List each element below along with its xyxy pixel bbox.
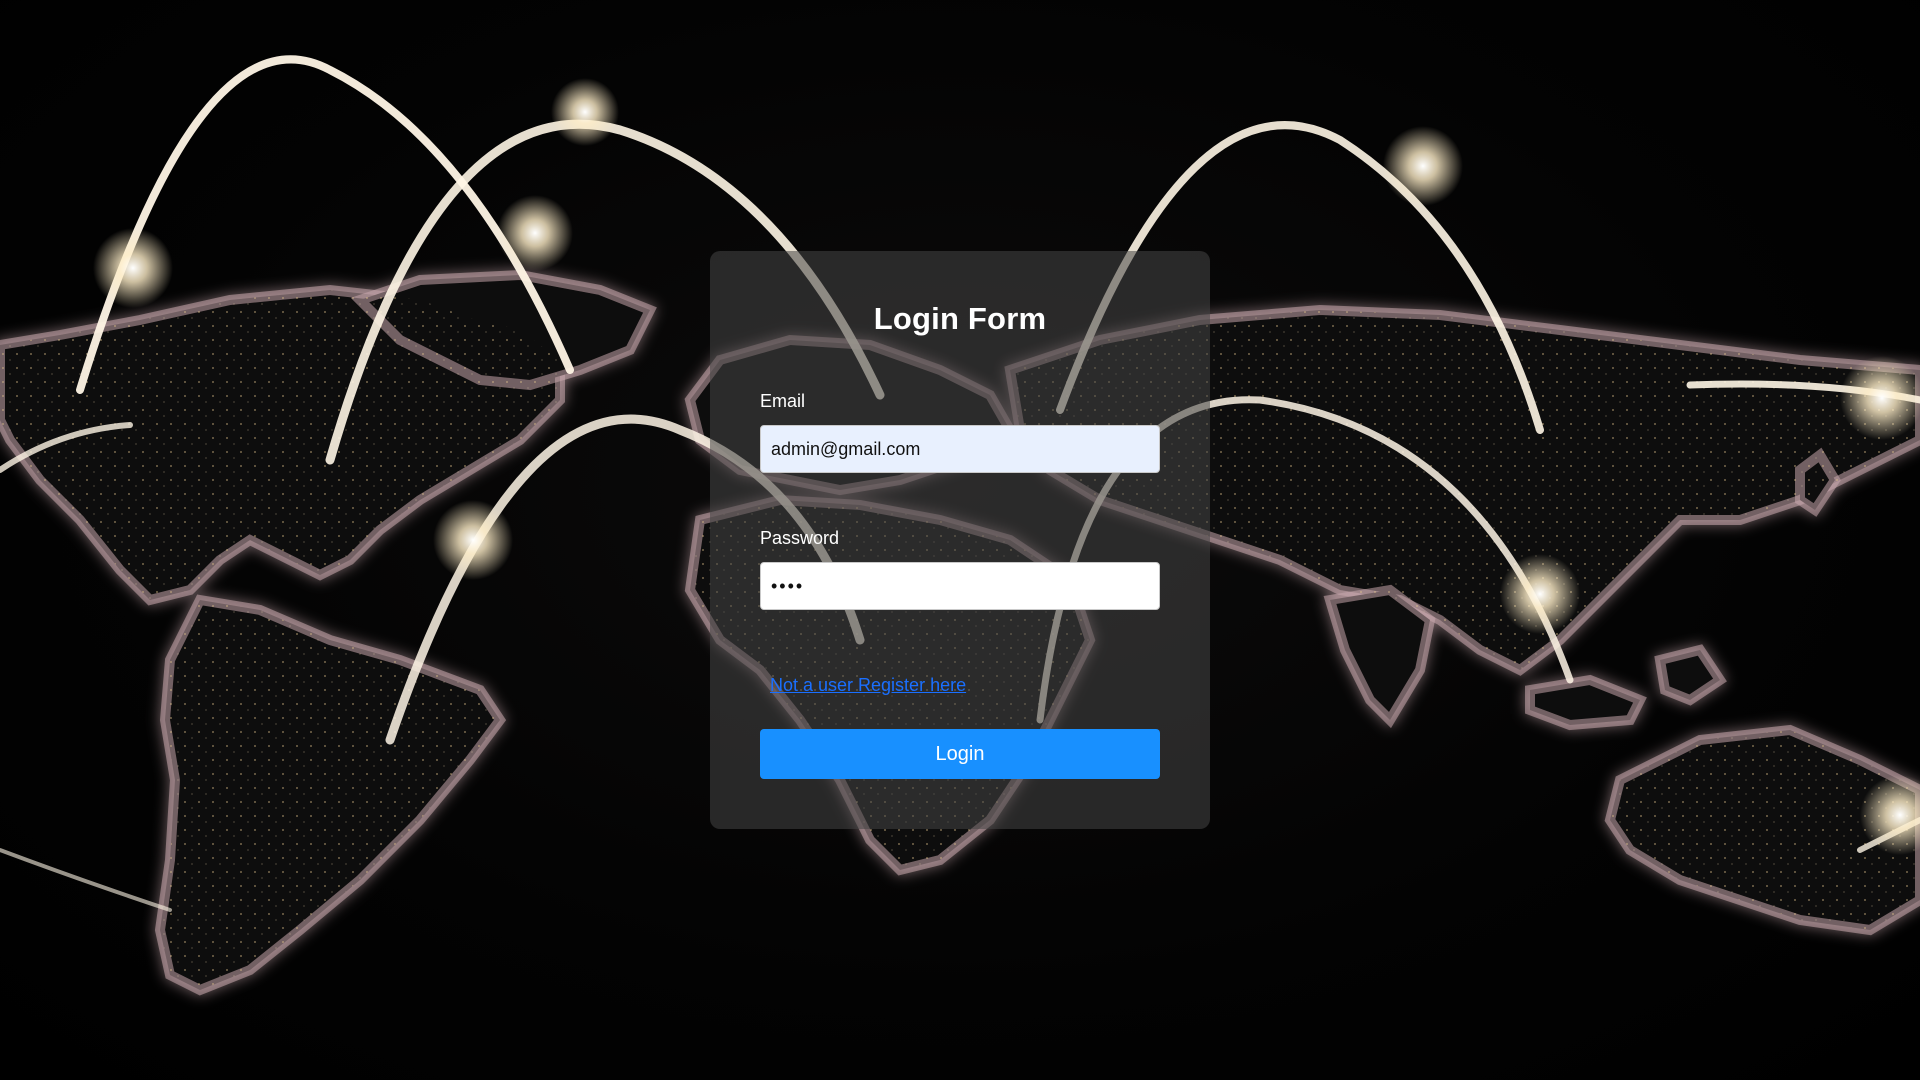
password-field[interactable] <box>760 562 1160 610</box>
register-link[interactable]: Not a user Register here <box>770 675 966 696</box>
login-page: Login Form Email Password Not a user Reg… <box>0 0 1920 1080</box>
page-title: Login Form <box>873 301 1047 336</box>
login-button[interactable]: Login <box>760 729 1160 779</box>
password-label: Password <box>760 528 840 548</box>
email-label: Email <box>760 391 806 411</box>
email-field[interactable] <box>760 425 1160 473</box>
login-card: Login Form Email Password Not a user Reg… <box>710 251 1210 829</box>
